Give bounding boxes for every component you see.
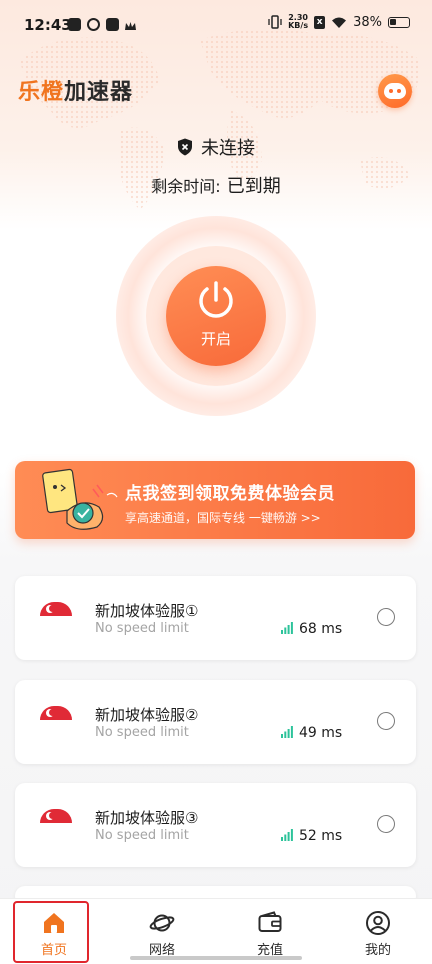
status-right-group: 2.30 KB/s x 38%	[268, 14, 410, 30]
status-time: 12:43	[24, 16, 72, 34]
home-screen: 12:43 2.30 KB/s x 38% 乐橙加速器 未连接 剩余时间: 已到…	[0, 0, 432, 964]
shield-x-icon	[178, 138, 192, 156]
battery-percent: 38%	[353, 14, 382, 30]
highlight-box	[13, 901, 89, 963]
server-name: 新加坡体验服①	[95, 602, 199, 620]
logo-part2: 加速器	[64, 80, 134, 105]
connection-status-text: 未连接	[201, 138, 255, 159]
power-button-label: 开启	[200, 329, 231, 348]
nav-profile-label: 我的	[364, 943, 391, 958]
nav-profile[interactable]: 我的	[324, 899, 432, 964]
server-latency: 52 ms	[299, 828, 343, 844]
power-icon	[199, 280, 233, 318]
server-latency: 49 ms	[299, 725, 343, 741]
status-bar: 12:43 2.30 KB/s x 38%	[0, 0, 432, 50]
x-app-icon: x	[314, 15, 326, 29]
singapore-flag-icon	[40, 809, 72, 823]
net-speed-unit: KB/s	[288, 21, 309, 30]
checkin-banner[interactable]: 点我签到领取免费体验会员 享高速通道，国际专线 一键畅游 >>	[15, 461, 415, 539]
logo-part1: 乐橙	[18, 80, 65, 105]
battery-icon	[388, 16, 410, 28]
vibrate-icon	[268, 15, 282, 29]
gesture-home-bar[interactable]	[130, 956, 302, 960]
power-button[interactable]: 开启	[166, 266, 266, 366]
server-radio[interactable]	[377, 712, 395, 730]
server-latency: 68 ms	[299, 621, 343, 637]
server-card[interactable]: 新加坡体验服③ No speed limit 52 ms	[15, 783, 416, 867]
singapore-flag-icon	[40, 706, 72, 720]
connection-status: 未连接	[0, 134, 432, 160]
app-swirl-icon	[87, 18, 100, 31]
checkin-illustration-icon	[42, 468, 118, 530]
planet-icon	[149, 914, 175, 932]
mascot-avatar-icon[interactable]	[378, 74, 412, 108]
tiktok-icon	[68, 18, 81, 31]
server-name: 新加坡体验服②	[95, 706, 199, 724]
signal-strength-icon	[281, 622, 293, 634]
banner-subtitle: 享高速通道，国际专线 一键畅游 >>	[125, 511, 321, 525]
signal-strength-icon	[281, 726, 293, 738]
wifi-icon	[332, 17, 347, 28]
app-mail-icon	[106, 18, 119, 31]
server-card[interactable]: 新加坡体验服① No speed limit 68 ms	[15, 576, 416, 660]
nav-network[interactable]: 网络	[108, 899, 216, 964]
crown-icon	[124, 18, 137, 31]
singapore-flag-icon	[40, 602, 72, 616]
server-radio[interactable]	[377, 608, 395, 626]
network-speed: 2.30 KB/s	[288, 14, 308, 30]
signal-strength-icon	[281, 829, 293, 841]
remaining-value: 已到期	[226, 176, 281, 197]
server-desc: No speed limit	[95, 725, 189, 740]
remaining-label: 剩余时间:	[151, 177, 221, 196]
server-name: 新加坡体验服③	[95, 809, 199, 827]
user-icon	[366, 911, 390, 935]
server-radio[interactable]	[377, 815, 395, 833]
banner-title: 点我签到领取免费体验会员	[125, 484, 335, 504]
nav-recharge[interactable]: 充值	[216, 899, 324, 964]
app-logo: 乐橙加速器	[18, 74, 133, 106]
server-card[interactable]: 新加坡体验服② No speed limit 49 ms	[15, 680, 416, 764]
wallet-icon	[258, 911, 282, 932]
server-desc: No speed limit	[95, 828, 189, 843]
remaining-time: 剩余时间: 已到期	[0, 172, 432, 198]
server-desc: No speed limit	[95, 621, 189, 636]
